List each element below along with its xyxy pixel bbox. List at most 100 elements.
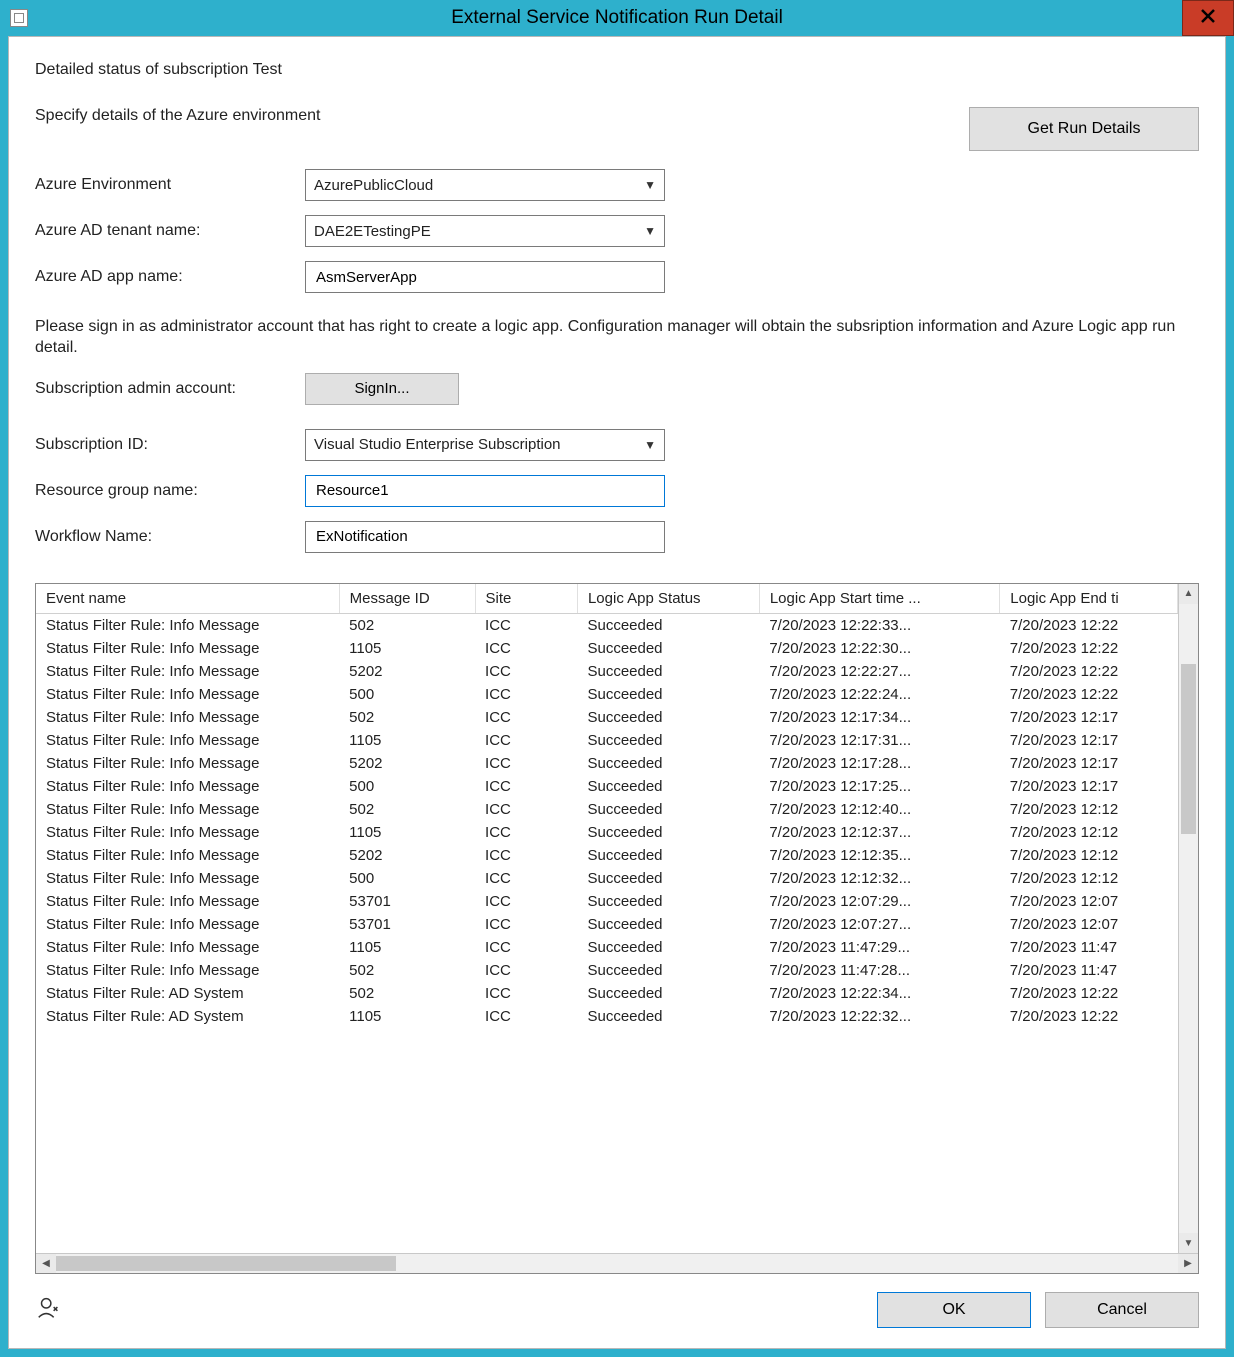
table-cell: ICC <box>475 660 577 683</box>
resource-group-field[interactable] <box>305 475 665 507</box>
table-cell: Succeeded <box>577 890 759 913</box>
table-cell: ICC <box>475 637 577 660</box>
table-cell: Status Filter Rule: Info Message <box>36 706 339 729</box>
table-cell: ICC <box>475 844 577 867</box>
table-cell: Succeeded <box>577 936 759 959</box>
titlebar[interactable]: External Service Notification Run Detail <box>0 0 1234 36</box>
table-cell: Succeeded <box>577 706 759 729</box>
window-body: Detailed status of subscription Test Spe… <box>8 36 1226 1349</box>
horizontal-scrollbar[interactable]: ◀ ▶ <box>36 1253 1198 1273</box>
table-cell: 500 <box>339 775 475 798</box>
signin-button[interactable]: SignIn... <box>305 373 459 405</box>
table-cell: 1105 <box>339 1005 475 1028</box>
scroll-thumb[interactable] <box>1181 664 1196 834</box>
workflow-input[interactable] <box>314 522 656 552</box>
close-icon <box>1201 9 1215 27</box>
col-event-name[interactable]: Event name <box>36 584 339 614</box>
footer: OK Cancel <box>35 1292 1199 1328</box>
col-message-id[interactable]: Message ID <box>339 584 475 614</box>
app-name-input[interactable] <box>314 262 656 292</box>
table-cell: ICC <box>475 729 577 752</box>
col-start[interactable]: Logic App Start time ... <box>759 584 999 614</box>
table-row[interactable]: Status Filter Rule: Info Message53701ICC… <box>36 913 1178 936</box>
table-row[interactable]: Status Filter Rule: Info Message1105ICCS… <box>36 936 1178 959</box>
table-header-row[interactable]: Event name Message ID Site Logic App Sta… <box>36 584 1178 614</box>
col-end[interactable]: Logic App End ti <box>1000 584 1178 614</box>
signin-info-text: Please sign in as administrator account … <box>35 317 1199 359</box>
scroll-thumb[interactable] <box>56 1256 396 1271</box>
table-cell: Status Filter Rule: Info Message <box>36 613 339 637</box>
subscription-id-combo[interactable]: Visual Studio Enterprise Subscription ▼ <box>305 429 665 461</box>
events-table[interactable]: Event name Message ID Site Logic App Sta… <box>36 584 1178 1028</box>
cancel-button[interactable]: Cancel <box>1045 1292 1199 1328</box>
table-cell: ICC <box>475 913 577 936</box>
table-cell: 7/20/2023 12:17 <box>1000 775 1178 798</box>
scroll-up-arrow-icon[interactable]: ▲ <box>1179 584 1198 604</box>
table-cell: ICC <box>475 890 577 913</box>
azure-env-label: Azure Environment <box>35 176 305 194</box>
scroll-left-arrow-icon[interactable]: ◀ <box>36 1254 56 1273</box>
table-row[interactable]: Status Filter Rule: AD System502ICCSucce… <box>36 982 1178 1005</box>
table-cell: Status Filter Rule: AD System <box>36 1005 339 1028</box>
window-title: External Service Notification Run Detail <box>0 7 1234 29</box>
table-row[interactable]: Status Filter Rule: Info Message502ICCSu… <box>36 798 1178 821</box>
table-cell: ICC <box>475 936 577 959</box>
table-row[interactable]: Status Filter Rule: Info Message500ICCSu… <box>36 683 1178 706</box>
col-site[interactable]: Site <box>475 584 577 614</box>
tenant-combo[interactable]: DAE2ETestingPE ▼ <box>305 215 665 247</box>
subscription-id-value: Visual Studio Enterprise Subscription <box>314 436 561 453</box>
table-row[interactable]: Status Filter Rule: Info Message1105ICCS… <box>36 729 1178 752</box>
table-row[interactable]: Status Filter Rule: Info Message502ICCSu… <box>36 959 1178 982</box>
table-cell: Status Filter Rule: Info Message <box>36 821 339 844</box>
table-row[interactable]: Status Filter Rule: Info Message5202ICCS… <box>36 752 1178 775</box>
table-row[interactable]: Status Filter Rule: Info Message502ICCSu… <box>36 613 1178 637</box>
table-row[interactable]: Status Filter Rule: Info Message5202ICCS… <box>36 844 1178 867</box>
table-cell: ICC <box>475 821 577 844</box>
tenant-value: DAE2ETestingPE <box>314 223 431 240</box>
table-cell: Succeeded <box>577 798 759 821</box>
table-cell: 1105 <box>339 821 475 844</box>
chevron-down-icon: ▼ <box>644 178 656 192</box>
table-cell: 7/20/2023 12:17 <box>1000 706 1178 729</box>
table-cell: 7/20/2023 12:22:30... <box>759 637 999 660</box>
table-cell: 7/20/2023 12:22 <box>1000 982 1178 1005</box>
table-row[interactable]: Status Filter Rule: Info Message502ICCSu… <box>36 706 1178 729</box>
table-cell: 7/20/2023 12:07 <box>1000 913 1178 936</box>
table-row[interactable]: Status Filter Rule: Info Message53701ICC… <box>36 890 1178 913</box>
scroll-right-arrow-icon[interactable]: ▶ <box>1178 1254 1198 1273</box>
table-row[interactable]: Status Filter Rule: AD System1105ICCSucc… <box>36 1005 1178 1028</box>
table-cell: 7/20/2023 12:22:33... <box>759 613 999 637</box>
resource-group-input[interactable] <box>314 476 656 506</box>
col-status[interactable]: Logic App Status <box>577 584 759 614</box>
table-cell: 7/20/2023 12:12 <box>1000 798 1178 821</box>
table-cell: 5202 <box>339 660 475 683</box>
get-run-details-button[interactable]: Get Run Details <box>969 107 1199 151</box>
table-row[interactable]: Status Filter Rule: Info Message1105ICCS… <box>36 821 1178 844</box>
table-cell: Succeeded <box>577 683 759 706</box>
chevron-down-icon: ▼ <box>644 438 656 452</box>
table-row[interactable]: Status Filter Rule: Info Message1105ICCS… <box>36 637 1178 660</box>
scroll-track[interactable] <box>1179 604 1198 1233</box>
table-cell: Status Filter Rule: Info Message <box>36 913 339 936</box>
table-cell: Status Filter Rule: AD System <box>36 982 339 1005</box>
scroll-track[interactable] <box>56 1254 1178 1273</box>
table-cell: Status Filter Rule: Info Message <box>36 775 339 798</box>
table-cell: Status Filter Rule: Info Message <box>36 683 339 706</box>
table-cell: Succeeded <box>577 752 759 775</box>
azure-env-combo[interactable]: AzurePublicCloud ▼ <box>305 169 665 201</box>
table-row[interactable]: Status Filter Rule: Info Message500ICCSu… <box>36 867 1178 890</box>
workflow-field[interactable] <box>305 521 665 553</box>
subscription-id-label: Subscription ID: <box>35 436 305 454</box>
table-cell: 502 <box>339 706 475 729</box>
table-cell: 7/20/2023 12:17:31... <box>759 729 999 752</box>
ok-button[interactable]: OK <box>877 1292 1031 1328</box>
vertical-scrollbar[interactable]: ▲ ▼ <box>1178 584 1198 1253</box>
table-row[interactable]: Status Filter Rule: Info Message5202ICCS… <box>36 660 1178 683</box>
events-table-wrapper: Event name Message ID Site Logic App Sta… <box>35 583 1199 1274</box>
workflow-label: Workflow Name: <box>35 528 305 546</box>
close-button[interactable] <box>1182 0 1234 36</box>
table-row[interactable]: Status Filter Rule: Info Message500ICCSu… <box>36 775 1178 798</box>
app-name-field[interactable] <box>305 261 665 293</box>
scroll-down-arrow-icon[interactable]: ▼ <box>1179 1233 1198 1253</box>
table-cell: 502 <box>339 613 475 637</box>
